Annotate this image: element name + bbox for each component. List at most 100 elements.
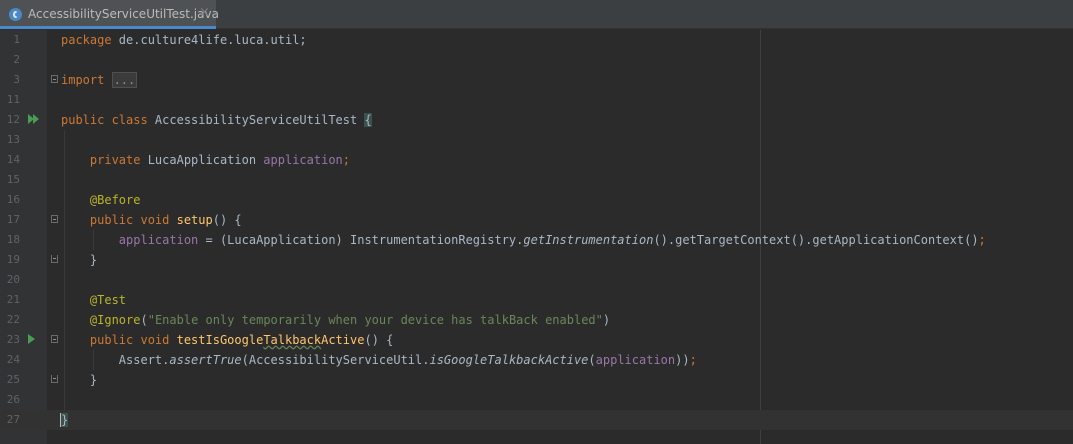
- code-text: @Ignore("Enable only temporarily when yo…: [61, 312, 610, 328]
- line-number: 18: [6, 233, 20, 246]
- code-line[interactable]: 27}: [0, 410, 1073, 430]
- code-line[interactable]: 13: [0, 130, 1073, 150]
- line-number: 20: [6, 273, 20, 286]
- code-token: de.culture4life.luca.util;: [118, 33, 307, 47]
- line-number: 2: [13, 53, 20, 66]
- code-token: () {: [212, 213, 242, 227]
- code-token: @Test: [89, 293, 127, 307]
- code-token: "Enable only temporarily when your devic…: [147, 313, 603, 327]
- code-token: public void: [89, 213, 177, 227]
- line-number: 12: [6, 113, 20, 126]
- code-token: public class: [61, 113, 155, 127]
- code-token: private: [89, 153, 148, 167]
- code-token: setup: [176, 213, 213, 227]
- editor-tab-bar: AccessibilityServiceUtilTest.java ×: [0, 0, 1073, 29]
- code-line[interactable]: 3 import ...: [0, 70, 1073, 90]
- code-token: assertTrue: [169, 353, 242, 367]
- code-line[interactable]: 12 public class AccessibilityServiceUtilT…: [0, 110, 1073, 130]
- code-token: (: [588, 353, 596, 367]
- code-token[interactable]: ...: [111, 72, 138, 88]
- code-token: application: [263, 153, 343, 167]
- code-token: }: [60, 413, 69, 427]
- line-number: 27: [6, 413, 20, 426]
- code-token: AccessibilityServiceUtilTest: [154, 113, 365, 127]
- code-text: import ...: [61, 72, 138, 88]
- code-line[interactable]: 23 public void testIsGoogleTalkbackActiv…: [0, 330, 1073, 350]
- code-token: }: [61, 373, 98, 387]
- code-token: getInstrumentation: [523, 233, 654, 247]
- code-token: Talkback: [263, 333, 322, 347]
- code-text: package de.culture4life.luca.util;: [61, 32, 307, 48]
- code-line[interactable]: 11: [0, 90, 1073, 110]
- code-line[interactable]: 1 package de.culture4life.luca.util;: [0, 30, 1073, 50]
- close-icon[interactable]: ×: [199, 5, 210, 20]
- line-number: 24: [6, 353, 20, 366]
- code-token: application: [595, 353, 676, 367]
- code-line[interactable]: 2: [0, 50, 1073, 70]
- code-token: application: [118, 233, 206, 247]
- code-token: testIsGoogle: [176, 333, 264, 347]
- line-number: 11: [6, 93, 20, 106]
- code-line[interactable]: 22 @Ignore("Enable only temporarily when…: [0, 310, 1073, 330]
- java-class-icon: [9, 8, 22, 21]
- code-line[interactable]: 24 Assert.assertTrue(AccessibilityServic…: [0, 350, 1073, 370]
- fold-marker-icon[interactable]: [51, 335, 58, 343]
- line-number: 15: [6, 173, 20, 186]
- code-token: ): [602, 313, 611, 327]
- code-text: private LucaApplication application;: [61, 152, 350, 168]
- line-number: 13: [6, 133, 20, 146]
- line-number: 25: [6, 373, 20, 386]
- code-line[interactable]: 20: [0, 270, 1073, 290]
- code-token: {: [364, 113, 372, 127]
- code-text: Assert.assertTrue(AccessibilityServiceUt…: [61, 352, 697, 368]
- code-line[interactable]: 14 private LucaApplication application;: [0, 150, 1073, 170]
- code-line[interactable]: 26: [0, 390, 1073, 410]
- fold-marker-icon[interactable]: [51, 75, 58, 83]
- run-test-icon[interactable]: [28, 334, 35, 344]
- code-text: }: [61, 372, 97, 388]
- tab-title: AccessibilityServiceUtilTest.java: [28, 7, 219, 21]
- code-line[interactable]: 21 @Test: [0, 290, 1073, 310]
- line-number: 14: [6, 153, 20, 166]
- code-token: ;: [689, 353, 697, 367]
- line-number: 3: [13, 73, 20, 86]
- code-token: isGoogleTalkbackActive: [429, 353, 589, 367]
- line-number: 26: [6, 393, 20, 406]
- code-token: ;: [342, 153, 351, 167]
- line-number: 21: [6, 293, 20, 306]
- code-line[interactable]: 25 }: [0, 370, 1073, 390]
- code-text: public class AccessibilityServiceUtilTes…: [61, 112, 372, 128]
- line-number: 17: [6, 213, 20, 226]
- code-token: )): [675, 353, 690, 367]
- fold-marker-icon[interactable]: [51, 215, 58, 223]
- code-text: application = (LucaApplication) Instrume…: [61, 232, 986, 248]
- line-number: 22: [6, 313, 20, 326]
- line-number: 23: [6, 333, 20, 346]
- fold-marker-icon[interactable]: [51, 255, 58, 263]
- code-line[interactable]: 19 }: [0, 250, 1073, 270]
- code-token: Active: [321, 333, 365, 347]
- code-text: }: [61, 252, 97, 268]
- code-line[interactable]: 15: [0, 170, 1073, 190]
- code-token: import: [61, 73, 112, 87]
- line-number: 1: [13, 33, 20, 46]
- code-token: ().getTargetContext().getApplicationCont…: [653, 233, 979, 247]
- code-line[interactable]: 17 public void setup() {: [0, 210, 1073, 230]
- code-token: Assert.: [61, 353, 170, 367]
- code-line[interactable]: 18 application = (LucaApplication) Instr…: [0, 230, 1073, 250]
- fold-marker-icon[interactable]: [51, 375, 58, 383]
- code-text: }: [60, 412, 69, 428]
- code-line[interactable]: 16 @Before: [0, 190, 1073, 210]
- tab-accessibility-service-util-test[interactable]: AccessibilityServiceUtilTest.java ×: [0, 0, 219, 29]
- code-text: public void testIsGoogleTalkbackActive()…: [61, 332, 393, 348]
- code-editor[interactable]: 1 package de.culture4life.luca.util; 2 3 imp…: [0, 30, 1073, 444]
- line-number: 16: [6, 193, 20, 206]
- code-token: LucaApplication: [147, 153, 264, 167]
- code-token: () {: [364, 333, 394, 347]
- code-token: @Ignore: [89, 313, 141, 327]
